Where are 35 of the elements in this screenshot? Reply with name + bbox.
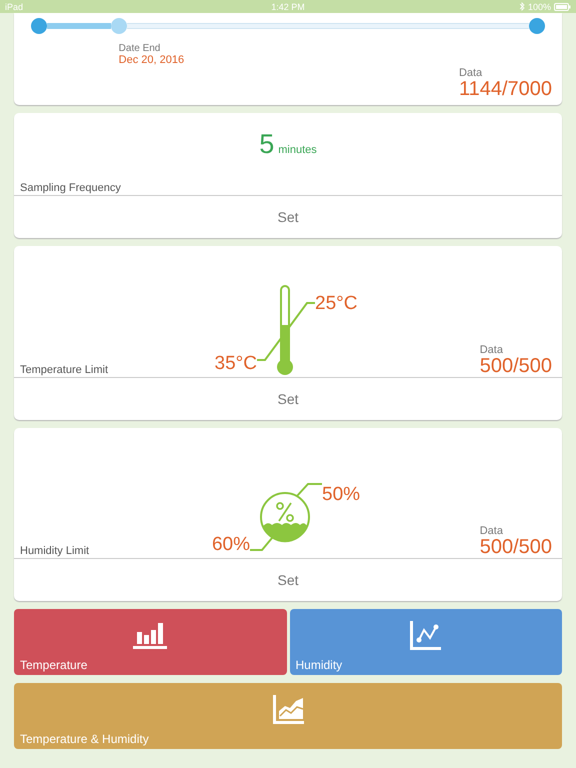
set-button[interactable]: Set	[14, 196, 562, 238]
chart-tile[interactable]: Temperature	[14, 609, 286, 675]
data-label: Data	[480, 525, 503, 537]
frequency-unit: minutes	[278, 144, 317, 156]
data-count: 500/500	[480, 356, 552, 376]
lower-limit-value: 35°C	[214, 353, 257, 375]
card-title: Humidity Limit	[20, 545, 90, 558]
chart-tile[interactable]: Humidity	[290, 609, 562, 675]
data-label: Data	[458, 67, 482, 79]
device-name: iPad	[5, 2, 24, 12]
battery-icon	[554, 2, 571, 10]
data-label: Data	[480, 344, 503, 356]
data-count: 1144/7000	[458, 79, 552, 99]
battery-percent: 100%	[528, 2, 551, 12]
line-chart-icon	[410, 621, 442, 650]
bar-chart-icon	[133, 621, 168, 649]
data-count: 500/500	[480, 537, 552, 557]
upper-limit-value: 25°C	[315, 293, 358, 315]
clock-time: 1:42 PM	[271, 2, 305, 12]
bluetooth-icon	[520, 2, 525, 11]
frequency-value: 5	[259, 129, 274, 160]
date-end-value: Dec 20, 2016	[118, 54, 186, 66]
slider-start-handle[interactable]	[31, 18, 47, 34]
upper-limit-value: 50%	[322, 484, 360, 506]
set-button[interactable]: Set	[14, 559, 562, 601]
slider-end-handle[interactable]	[529, 18, 545, 34]
slider-track[interactable]	[126, 23, 529, 29]
chart-tile[interactable]: Temperature & Humidity	[14, 683, 562, 749]
card-title: Sampling Frequency	[20, 182, 122, 194]
date-end-label: Date End	[118, 43, 162, 54]
lower-limit-value: 60%	[212, 534, 250, 556]
area-chart-icon	[272, 695, 304, 724]
set-button[interactable]: Set	[14, 378, 562, 420]
slider-handle[interactable]	[110, 18, 127, 34]
card-title: Temperature Limit	[20, 364, 110, 377]
